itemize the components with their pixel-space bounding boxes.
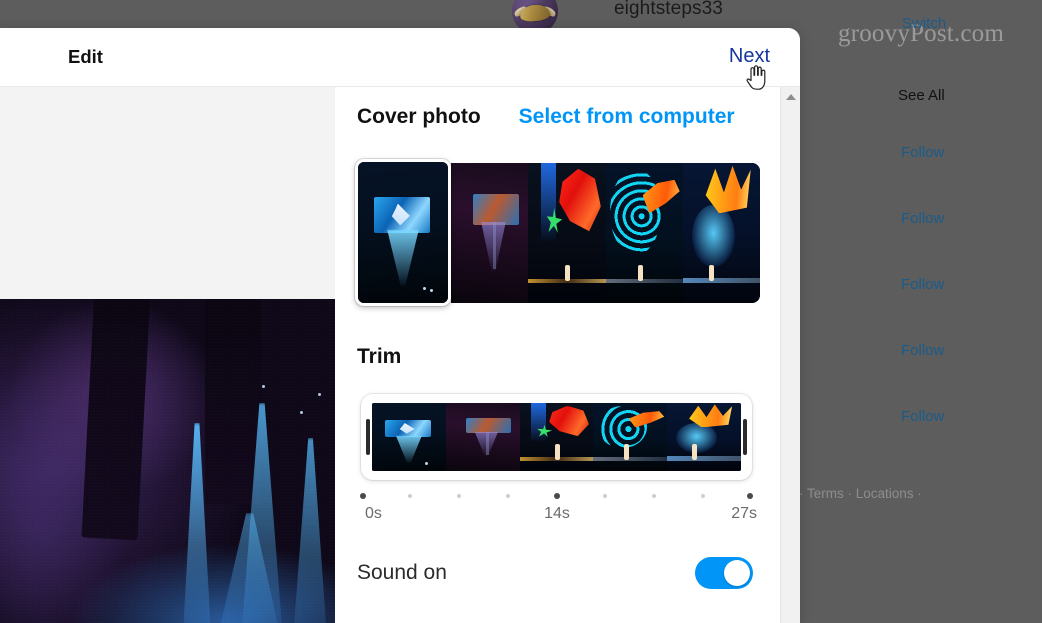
cover-thumbnail-strip [355,159,760,306]
sound-toggle[interactable] [695,557,753,589]
cover-thumb-art-3 [528,163,606,303]
cover-thumb-art-4 [605,163,683,303]
follow-button-5[interactable]: Follow [901,408,944,425]
modal-body: Cover photo Select from computer Trim 0s… [0,87,800,623]
profile-username[interactable]: eightsteps33 [614,0,723,20]
trim-frame-5[interactable] [667,403,741,471]
cover-thumbnail-5[interactable] [682,163,760,303]
see-all-link[interactable]: See All [898,87,945,104]
video-preview-panel[interactable] [0,87,335,623]
cover-thumb-art-5 [682,163,760,303]
cover-thumb-art-1 [358,162,448,303]
trim-frame-4[interactable] [593,403,668,471]
follow-button-4[interactable]: Follow [901,342,944,359]
trim-tick-8 [701,494,706,498]
edit-modal: Edit Next Cover photo Select from comput… [0,28,800,623]
trim-frame-strip [372,403,741,471]
trim-tick-4 [505,494,510,498]
sound-toggle-knob [724,560,750,586]
trim-start-time: 0s [365,505,382,522]
switch-account-link[interactable]: Switch [902,15,946,32]
trim-handle-left[interactable] [366,419,370,455]
follow-button-3[interactable]: Follow [901,276,944,293]
cover-photo-title: Cover photo [357,105,481,128]
trim-tick-3 [456,494,461,498]
trim-tick-5 [553,493,560,499]
chevron-up-icon[interactable] [785,94,796,100]
trim-tick-6 [603,494,608,498]
trim-tick-1 [360,493,366,499]
cover-photo-header: Cover photo Select from computer [357,105,735,129]
screen-root: eightsteps33 groovyPost.com Switch See A… [0,0,1042,623]
sound-label: Sound on [357,561,447,584]
preview-grain [0,299,335,623]
preview-letterbox [0,87,335,299]
trim-tick-2 [407,494,412,498]
trim-timeline[interactable] [361,394,752,480]
cover-thumb-art-2 [451,163,529,303]
trim-frame-3[interactable] [519,403,594,471]
cover-thumbnail-2[interactable] [451,163,529,303]
trim-title: Trim [357,345,402,368]
cover-thumbnail-3[interactable] [528,163,606,303]
sound-setting-row: Sound on [357,557,753,589]
trim-frame-2[interactable] [445,403,520,471]
trim-handle-right[interactable] [743,419,747,455]
video-preview[interactable] [0,299,335,623]
select-from-computer-button[interactable]: Select from computer [519,105,735,129]
footer-links[interactable]: · Terms · Locations · [799,486,922,501]
modal-scrollbar[interactable] [780,87,800,623]
cover-thumbnail-4[interactable] [605,163,683,303]
trim-time-labels: 0s 14s 27s [357,505,757,525]
trim-tick-row [360,491,753,501]
follow-button-2[interactable]: Follow [901,210,944,227]
trim-tick-7 [652,494,657,498]
follow-button-1[interactable]: Follow [901,144,944,161]
trim-frame-1[interactable] [372,403,446,471]
trim-tick-9 [747,493,753,499]
page-title: Edit [68,46,103,67]
modal-header: Edit Next [0,28,800,87]
next-button[interactable]: Next [729,45,770,68]
cover-thumbnail-1[interactable] [355,159,451,306]
edit-settings-panel: Cover photo Select from computer Trim 0s… [335,87,800,623]
trim-mid-time: 14s [544,505,570,522]
trim-end-time: 27s [731,505,757,522]
